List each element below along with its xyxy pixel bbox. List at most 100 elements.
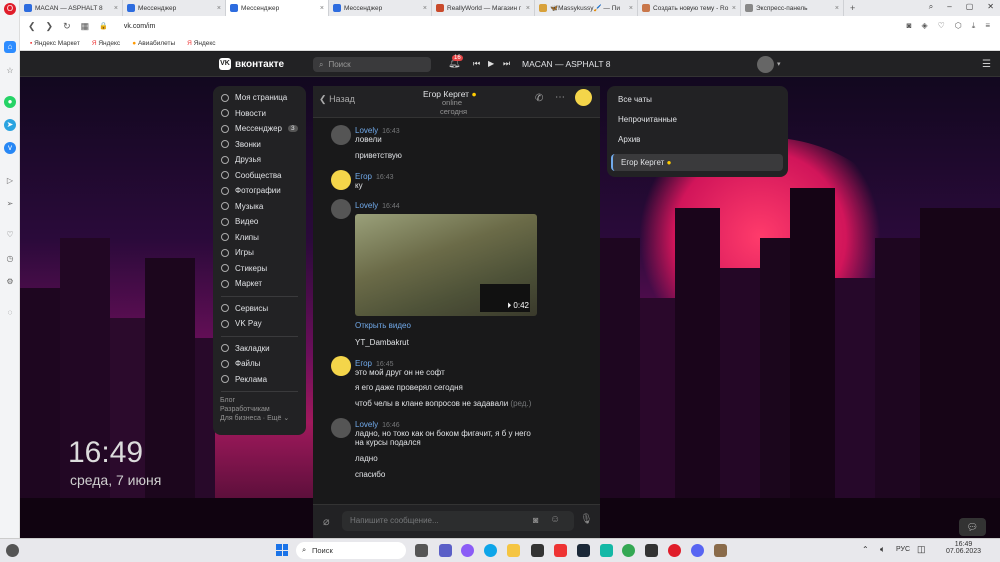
avatar[interactable] — [331, 125, 351, 145]
player-icon[interactable]: ▷ — [4, 175, 16, 187]
maximize-icon[interactable]: ▢ — [966, 2, 974, 12]
opera-icon[interactable] — [668, 544, 681, 557]
message-author[interactable]: Егор 16:45 — [355, 359, 394, 368]
menu-item[interactable]: Реклама — [213, 372, 306, 388]
chevron-up-icon[interactable]: ⌃ — [862, 545, 869, 554]
browser-tab[interactable]: MACAN — ASPHALT 8 × — [20, 0, 123, 16]
bookmark-item[interactable]: ▪ Яндекс Маркет — [30, 40, 80, 47]
message-author[interactable]: Егор 16:43 — [355, 172, 394, 181]
bookmark-item[interactable]: Я Яндекс — [187, 40, 215, 47]
send-icon[interactable]: ➢ — [4, 198, 16, 210]
menu-item[interactable]: Стикеры — [213, 261, 306, 277]
menu-item[interactable]: Друзья — [213, 152, 306, 168]
forward-icon[interactable]: ❯ — [46, 21, 54, 32]
footer-more-link[interactable]: Ещё — [267, 415, 281, 422]
download-icon[interactable]: ⤓ — [972, 21, 976, 31]
close-icon[interactable]: × — [320, 5, 324, 12]
taskview-icon[interactable] — [415, 544, 428, 557]
app-icon[interactable] — [714, 544, 727, 557]
close-icon[interactable]: × — [629, 5, 633, 12]
shield-icon[interactable]: ◈ — [921, 21, 927, 31]
avatar[interactable] — [331, 199, 351, 219]
network-icon[interactable]: ◫ — [917, 544, 926, 555]
menu-item[interactable]: Фотографии — [213, 183, 306, 199]
reload-icon[interactable]: ↻ — [63, 21, 71, 32]
microphone-icon[interactable]: 🎙︎ — [580, 514, 593, 525]
game-icon[interactable] — [531, 544, 544, 557]
message-input[interactable]: Напишите сообщение... — [342, 511, 574, 531]
menu-item[interactable]: Файлы — [213, 356, 306, 372]
home-icon[interactable]: ⌂ — [4, 41, 16, 53]
menu-item[interactable]: Видео — [213, 214, 306, 230]
prev-track-icon[interactable]: ⏮ — [473, 59, 480, 69]
chrome-icon[interactable] — [622, 544, 635, 557]
camera-icon[interactable]: ◙ — [907, 21, 912, 31]
app-icon[interactable] — [645, 544, 658, 557]
menu-item[interactable]: Звонки — [213, 137, 306, 153]
menu-item[interactable]: Игры — [213, 245, 306, 261]
app-icon[interactable] — [600, 544, 613, 557]
discord-icon[interactable] — [691, 544, 704, 557]
star-icon[interactable]: ☆ — [4, 65, 16, 77]
browser-tab[interactable]: ReallyWorld — Магазин г × — [432, 0, 535, 16]
chevron-down-icon[interactable]: ⌄ — [283, 415, 289, 422]
windows-start-icon[interactable] — [276, 544, 288, 556]
footer-business-link[interactable]: Для бизнеса — [220, 415, 261, 422]
browser-tab[interactable]: 🦋Massykussy🖌️ — Пи × — [535, 0, 638, 16]
menu-item[interactable]: VK Pay — [213, 316, 306, 332]
attach-icon[interactable]: ⌀ — [323, 515, 330, 528]
teams-icon[interactable] — [439, 544, 452, 557]
taskbar-clock[interactable]: 16:49 07.06.2023 — [946, 541, 981, 555]
menu-item[interactable]: Музыка — [213, 199, 306, 215]
close-icon[interactable]: × — [423, 5, 427, 12]
telegram-icon[interactable]: ➤ — [4, 119, 16, 131]
menu-item[interactable]: Новости — [213, 106, 306, 122]
browser-tab[interactable]: Мессенджер × — [226, 0, 329, 16]
heart-icon[interactable]: ♡ — [4, 229, 16, 241]
filter-unread[interactable]: Непрочитанные — [618, 115, 677, 124]
search-input[interactable]: ⌕ Поиск — [313, 57, 431, 72]
heart-icon[interactable]: ♡ — [938, 21, 945, 31]
steam-icon[interactable] — [577, 544, 590, 557]
search-icon[interactable]: ⌕ — [929, 2, 933, 12]
edge-icon[interactable] — [484, 544, 497, 557]
menu-item[interactable]: Сервисы — [213, 301, 306, 317]
whatsapp-icon[interactable]: ● — [4, 96, 16, 108]
history-icon[interactable]: ◷ — [4, 253, 16, 265]
footer-blog-link[interactable]: Блог — [220, 396, 306, 405]
weather-icon[interactable] — [6, 544, 19, 557]
bulb-icon[interactable]: ◌ — [4, 307, 16, 319]
language-indicator[interactable]: РУС — [896, 546, 910, 553]
back-button[interactable]: ❮ Назад — [319, 94, 355, 105]
bookmark-item[interactable]: Я Яндекс — [92, 40, 120, 47]
player-track[interactable]: MACAN — ASPHALT 8 — [522, 59, 611, 69]
menu-item[interactable]: Закладки — [213, 341, 306, 357]
filter-settings-icon[interactable]: ☰ — [982, 59, 991, 70]
filter-archive[interactable]: Архив — [618, 135, 640, 144]
play-icon[interactable]: ▶ — [488, 59, 494, 68]
bookmark-item[interactable]: ● Авиабилеты — [132, 40, 175, 47]
video-thumbnail[interactable]: ⏵ 0:42 — [355, 214, 537, 316]
back-icon[interactable]: ❮ — [28, 21, 36, 32]
message-author[interactable]: Lovely 16:43 — [355, 126, 400, 135]
menu-icon[interactable]: ≡ — [985, 21, 990, 31]
browser-tab[interactable]: Мессенджер × — [123, 0, 226, 16]
avatar[interactable] — [757, 56, 774, 73]
menu-item[interactable]: Сообщества — [213, 168, 306, 184]
avatar[interactable] — [331, 356, 351, 376]
quick-chat-button[interactable]: 💬︎ — [959, 518, 986, 536]
volume-icon[interactable]: 🔈︎ — [880, 544, 885, 555]
menu-item[interactable]: Мессенджер 3 — [213, 121, 306, 137]
browser-tab[interactable]: Мессенджер × — [329, 0, 432, 16]
opera-logo-icon[interactable]: O — [4, 3, 16, 15]
cube-icon[interactable]: ⬡ — [955, 21, 962, 31]
taskbar-search[interactable]: ⌕ Поиск — [296, 542, 406, 559]
vk-logo[interactable]: VK вконтакте — [219, 58, 284, 70]
browser-tab[interactable]: Создать новую тему - Ro × — [638, 0, 741, 16]
vk-icon[interactable]: v — [4, 142, 16, 154]
close-icon[interactable]: × — [835, 5, 839, 12]
filter-all-chats[interactable]: Все чаты — [618, 95, 652, 104]
emoji-icon[interactable]: ☺ — [550, 514, 560, 525]
menu-item[interactable]: Моя страница — [213, 90, 306, 106]
menu-item[interactable]: Маркет — [213, 276, 306, 292]
